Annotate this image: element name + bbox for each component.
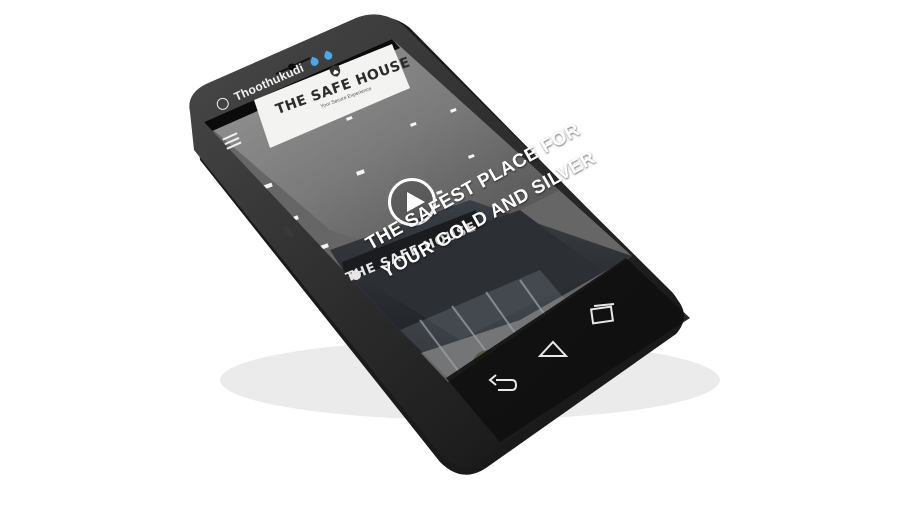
back-icon[interactable] xyxy=(486,372,520,398)
drop-icon xyxy=(309,56,320,68)
recents-icon[interactable] xyxy=(586,302,620,328)
phone-mockup: THE SAFE HOUSE xyxy=(189,14,720,475)
drop-icon xyxy=(322,50,334,62)
home-icon[interactable] xyxy=(536,336,570,362)
